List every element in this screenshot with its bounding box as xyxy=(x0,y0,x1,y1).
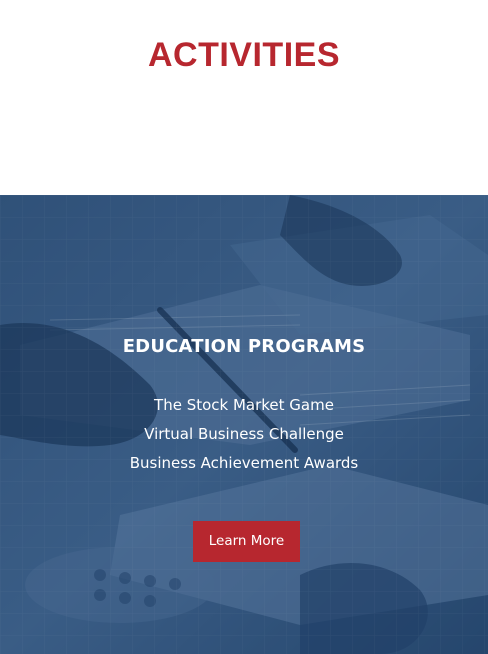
programs-heading: EDUCATION PROGRAMS xyxy=(122,336,366,357)
program-item-stock-market-game: The Stock Market Game xyxy=(154,396,334,414)
programs-list: The Stock Market Game Virtual Business C… xyxy=(0,391,488,478)
section-title: ACTIVITIES xyxy=(147,36,341,74)
program-item-virtual-business-challenge: Virtual Business Challenge xyxy=(144,425,344,443)
activities-header-area: ACTIVITIES xyxy=(0,0,488,195)
education-programs-hero: EDUCATION PROGRAMS The Stock Market Game… xyxy=(0,195,488,654)
program-item-business-achievement-awards: Business Achievement Awards xyxy=(129,454,359,472)
page: ACTIVITIES EDUCATION PROGRAMS The Stock … xyxy=(0,0,488,654)
learn-more-button[interactable]: Learn More xyxy=(193,521,300,562)
